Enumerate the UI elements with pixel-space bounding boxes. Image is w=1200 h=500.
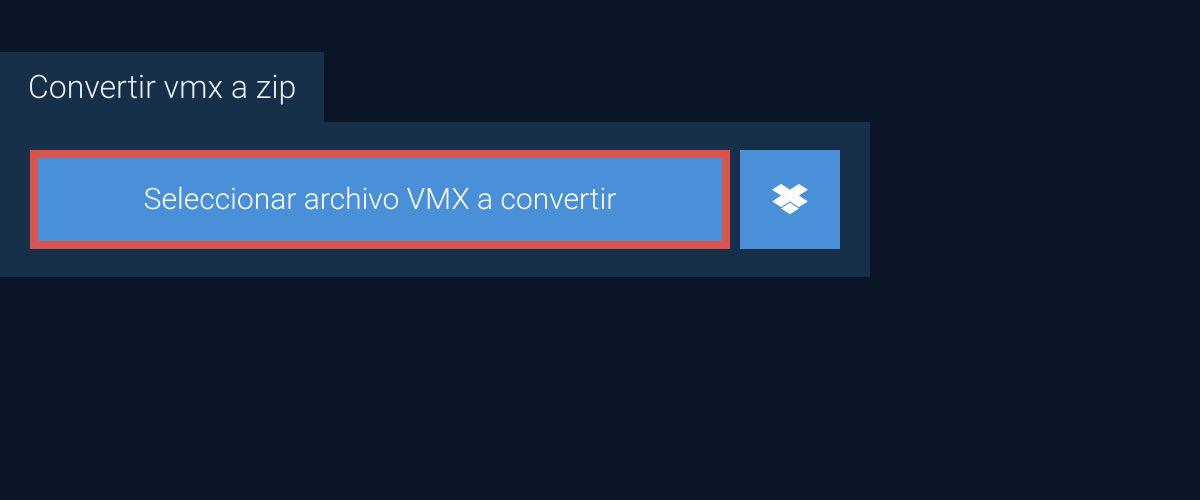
tab-bar: Convertir vmx a zip <box>0 0 1200 122</box>
converter-panel: Seleccionar archivo VMX a convertir <box>0 122 870 277</box>
tab-label: Convertir vmx a zip <box>28 68 296 106</box>
select-file-label: Seleccionar archivo VMX a convertir <box>144 182 617 217</box>
dropbox-button[interactable] <box>740 150 840 249</box>
dropbox-icon <box>772 184 808 216</box>
button-row: Seleccionar archivo VMX a convertir <box>30 150 840 249</box>
select-file-button[interactable]: Seleccionar archivo VMX a convertir <box>30 150 730 249</box>
tab-convert[interactable]: Convertir vmx a zip <box>0 52 324 122</box>
